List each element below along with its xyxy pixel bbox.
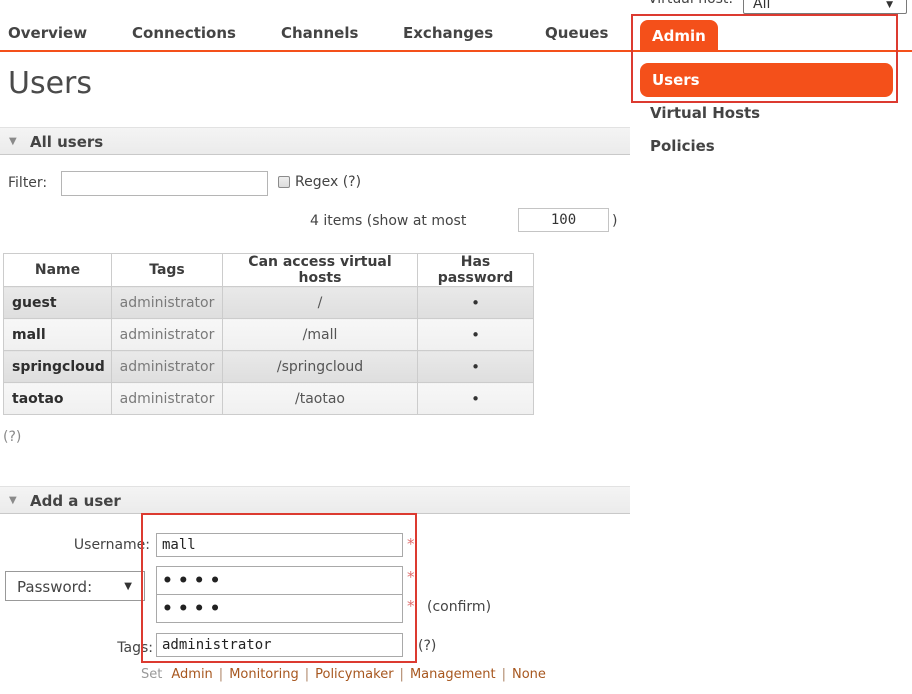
required-asterisk: * bbox=[407, 568, 415, 586]
user-name-link[interactable]: springcloud bbox=[4, 351, 112, 383]
users-table-body: guestadministrator/•malladministrator/ma… bbox=[4, 287, 534, 415]
tags-input[interactable] bbox=[156, 633, 403, 657]
set-link-policymaker[interactable]: Policymaker bbox=[315, 667, 393, 682]
collapse-triangle-icon[interactable]: ▼ bbox=[9, 495, 17, 506]
user-vhosts-cell: /springcloud bbox=[223, 351, 418, 383]
nav-underline bbox=[0, 50, 912, 52]
user-name-link[interactable]: mall bbox=[4, 319, 112, 351]
regex-label[interactable]: Regex (?) bbox=[295, 174, 361, 190]
has-password-dot: • bbox=[418, 287, 534, 319]
tab-exchanges[interactable]: Exchanges bbox=[403, 24, 493, 42]
header-has-password: Has password bbox=[418, 254, 534, 287]
set-tags-shortcuts: Set Admin | Monitoring | Policymaker | Manageme… bbox=[141, 667, 546, 682]
chevron-down-icon: ▼ bbox=[124, 581, 132, 592]
tab-connections[interactable]: Connections bbox=[132, 24, 236, 42]
virtual-host-label: Virtual host: bbox=[648, 0, 733, 7]
set-label: Set bbox=[141, 667, 162, 682]
header-vhosts: Can access virtual hosts bbox=[223, 254, 418, 287]
sidebar-item-virtual-hosts[interactable]: Virtual Hosts bbox=[650, 104, 760, 122]
user-tags-cell: administrator bbox=[112, 319, 223, 351]
regex-checkbox[interactable] bbox=[278, 176, 290, 188]
set-link-separator: | bbox=[400, 667, 404, 682]
user-name-link[interactable]: taotao bbox=[4, 383, 112, 415]
set-links: Admin | Monitoring | Policymaker | Management |… bbox=[171, 667, 546, 682]
has-password-dot: • bbox=[418, 351, 534, 383]
section-add-a-user[interactable]: ▼ Add a user bbox=[0, 486, 630, 514]
collapse-triangle-icon[interactable]: ▼ bbox=[9, 136, 17, 147]
tab-overview[interactable]: Overview bbox=[8, 24, 87, 42]
tab-admin[interactable]: Admin bbox=[640, 20, 718, 52]
set-link-management[interactable]: Management bbox=[410, 667, 496, 682]
tags-help-link[interactable]: (?) bbox=[418, 638, 436, 654]
set-link-separator: | bbox=[219, 667, 223, 682]
sidebar-item-policies[interactable]: Policies bbox=[650, 137, 715, 155]
user-vhosts-cell: / bbox=[223, 287, 418, 319]
virtual-host-value: All bbox=[753, 0, 770, 12]
password-confirm-input[interactable] bbox=[156, 594, 403, 623]
virtual-host-select[interactable]: All ▼ bbox=[743, 0, 907, 14]
page-title: Users bbox=[8, 66, 92, 101]
items-count-paren: ) bbox=[612, 213, 617, 229]
filter-label: Filter: bbox=[8, 175, 47, 191]
user-vhosts-cell: /mall bbox=[223, 319, 418, 351]
header-tags: Tags bbox=[112, 254, 223, 287]
table-row: taotaoadministrator/taotao• bbox=[4, 383, 534, 415]
set-link-separator: | bbox=[305, 667, 309, 682]
table-header-row: Name Tags Can access virtual hosts Has p… bbox=[4, 254, 534, 287]
required-asterisk: * bbox=[407, 597, 415, 615]
user-tags-cell: administrator bbox=[112, 383, 223, 415]
show-at-most-input[interactable] bbox=[518, 208, 609, 232]
items-count-text: 4 items (show at most bbox=[310, 213, 466, 229]
password-select-value: Password: bbox=[17, 578, 92, 596]
set-link-admin[interactable]: Admin bbox=[171, 667, 212, 682]
section-title: Add a user bbox=[30, 492, 121, 510]
tab-channels[interactable]: Channels bbox=[281, 24, 358, 42]
table-row: guestadministrator/• bbox=[4, 287, 534, 319]
set-link-none[interactable]: None bbox=[512, 667, 546, 682]
tab-queues[interactable]: Queues bbox=[545, 24, 608, 42]
chevron-down-icon: ▼ bbox=[886, 0, 893, 10]
has-password-dot: • bbox=[418, 383, 534, 415]
table-row: springcloudadministrator/springcloud• bbox=[4, 351, 534, 383]
section-all-users[interactable]: ▼ All users bbox=[0, 127, 630, 155]
password-type-select[interactable]: Password: ▼ bbox=[5, 571, 145, 601]
user-vhosts-cell: /taotao bbox=[223, 383, 418, 415]
user-tags-cell: administrator bbox=[112, 287, 223, 319]
user-name-link[interactable]: guest bbox=[4, 287, 112, 319]
username-label: Username: bbox=[0, 537, 150, 553]
tags-label: Tags: bbox=[0, 640, 153, 656]
header-name: Name bbox=[4, 254, 112, 287]
filter-input[interactable] bbox=[61, 171, 268, 196]
table-row: malladministrator/mall• bbox=[4, 319, 534, 351]
users-table: Name Tags Can access virtual hosts Has p… bbox=[3, 253, 534, 415]
set-link-separator: | bbox=[502, 667, 506, 682]
sidebar-item-users[interactable]: Users bbox=[640, 63, 893, 97]
username-input[interactable] bbox=[156, 533, 403, 557]
has-password-dot: • bbox=[418, 319, 534, 351]
set-link-monitoring[interactable]: Monitoring bbox=[229, 667, 299, 682]
section-title: All users bbox=[30, 133, 103, 151]
password-input[interactable] bbox=[156, 566, 403, 595]
confirm-label: (confirm) bbox=[427, 599, 491, 615]
table-help-link[interactable]: (?) bbox=[3, 429, 21, 445]
required-asterisk: * bbox=[407, 535, 415, 553]
user-tags-cell: administrator bbox=[112, 351, 223, 383]
